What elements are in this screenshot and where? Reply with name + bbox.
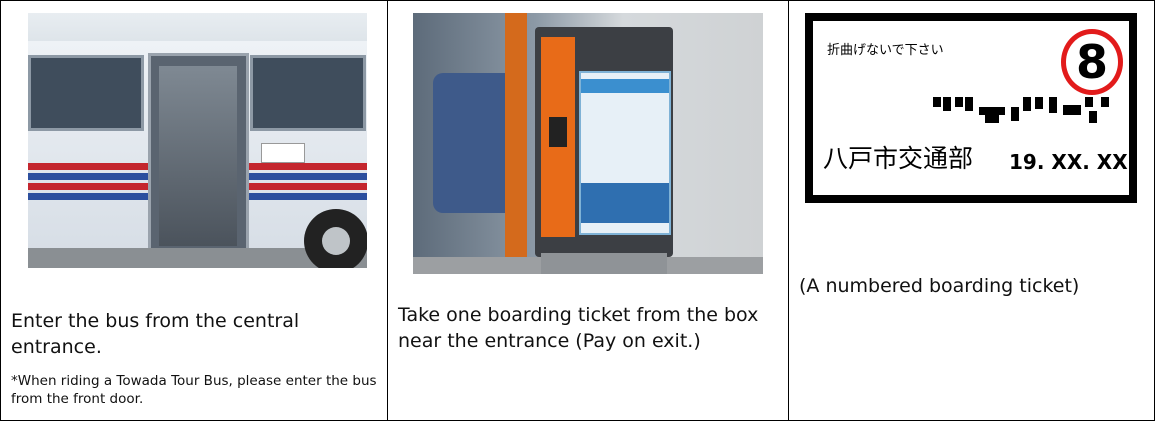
numbered-ticket-image: 折曲げないで下さい 8 八戸市交通部 19. XX. XX	[805, 13, 1137, 203]
step-3-cell: 折曲げないで下さい 8 八戸市交通部 19. XX. XX (A numbere…	[788, 1, 1155, 420]
step-2-cell: Take one boarding ticket from the box ne…	[387, 1, 789, 420]
step-1-caption: Enter the bus from the central entrance.	[11, 310, 300, 358]
bus-entrance-photo	[28, 13, 367, 268]
ticket-number: 8	[1075, 35, 1108, 89]
step-3-caption: (A numbered boarding ticket)	[799, 275, 1080, 297]
boarding-steps-table: Enter the bus from the central entrance.…	[0, 0, 1155, 421]
ticket-date: 19. XX. XX	[1009, 150, 1128, 174]
ticket-number-circle: 8	[1061, 29, 1123, 95]
step-1-cell: Enter the bus from the central entrance.…	[1, 1, 387, 420]
ticket-warning-text: 折曲げないで下さい	[827, 43, 944, 58]
ticket-issuer: 八戸市交通部	[823, 144, 974, 173]
ticket-machine-photo	[413, 13, 763, 274]
step-1-note: *When riding a Towada Tour Bus, please e…	[11, 373, 377, 407]
step-2-caption: Take one boarding ticket from the box ne…	[398, 304, 759, 352]
